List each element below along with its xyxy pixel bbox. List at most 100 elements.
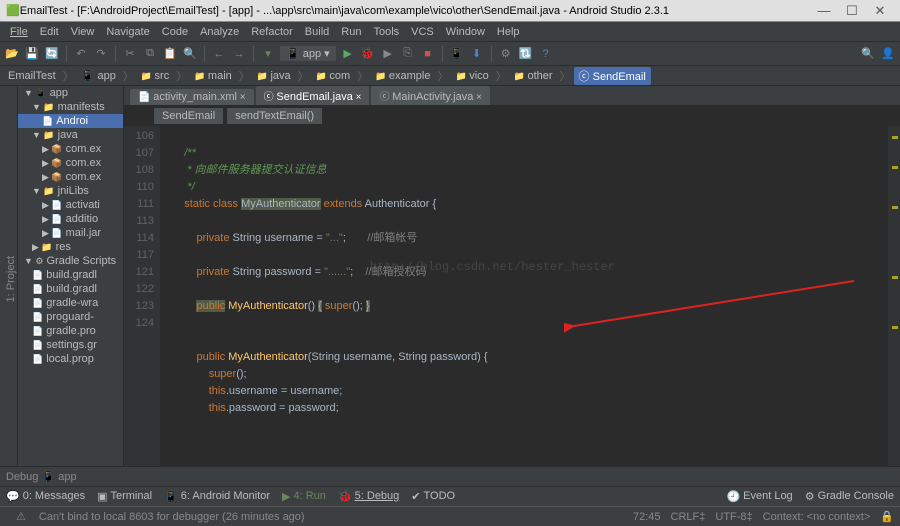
menu-bar: File Edit View Navigate Code Analyze Ref…	[0, 22, 900, 42]
tab-activity-main[interactable]: 📄 activity_main.xml ×	[130, 89, 254, 105]
menu-code[interactable]: Code	[156, 26, 194, 38]
tool-todo[interactable]: ✔ TODO	[411, 490, 455, 503]
tree-gradle-scripts[interactable]: ▼ ⚙Gradle Scripts	[18, 254, 123, 268]
menu-edit[interactable]: Edit	[34, 26, 65, 38]
tool-messages[interactable]: 💬 0: Messages	[6, 490, 85, 503]
run-config-selector[interactable]: 📱 app ▾	[280, 46, 336, 61]
run-icon[interactable]: ▶	[340, 46, 356, 62]
tool-event-log[interactable]: 🕘 Event Log	[726, 490, 792, 503]
crumb-main[interactable]: main	[190, 69, 236, 83]
copy-icon[interactable]: ⧉	[142, 46, 158, 62]
right-marker-gutter[interactable]	[888, 126, 900, 466]
attach-icon[interactable]: ⎘	[400, 46, 416, 62]
debug-label[interactable]: Debug 📱 app	[6, 470, 77, 483]
tree-pkg1[interactable]: ▶ 📦com.ex	[18, 142, 123, 156]
tree-additional[interactable]: ▶ 📄additio	[18, 212, 123, 226]
bc-class[interactable]: SendEmail	[154, 108, 223, 124]
crumb-other[interactable]: other	[510, 69, 557, 83]
close-button[interactable]: ✕	[866, 3, 894, 19]
source-code[interactable]: /** * 向邮件服务器提交认证信息 */ static class MyAut…	[160, 126, 888, 466]
menu-run[interactable]: Run	[335, 26, 367, 38]
minimize-button[interactable]: —	[810, 3, 838, 18]
tree-local-props[interactable]: 📄local.prop	[18, 352, 123, 366]
menu-view[interactable]: View	[65, 26, 101, 38]
crumb-src[interactable]: src	[137, 69, 173, 83]
bc-method[interactable]: sendTextEmail()	[227, 108, 322, 124]
main-area: 1: Project 7: Structure Captures 2: Favo…	[0, 86, 900, 466]
tool-run[interactable]: ▶ 4: Run	[282, 490, 326, 503]
tree-activation[interactable]: ▶ 📄activati	[18, 198, 123, 212]
menu-file[interactable]: File	[4, 26, 34, 38]
status-context[interactable]: Context: <no context>	[763, 511, 871, 523]
menu-window[interactable]: Window	[440, 26, 491, 38]
menu-tools[interactable]: Tools	[367, 26, 405, 38]
save-icon[interactable]: 💾	[24, 46, 40, 62]
stop-icon[interactable]: ■	[420, 46, 436, 62]
search-everywhere-icon[interactable]: 🔍	[860, 46, 876, 62]
debug-strip: Debug 📱 app	[0, 466, 900, 486]
avd-icon[interactable]: 📱	[449, 46, 465, 62]
tree-mailjar[interactable]: ▶ 📄mail.jar	[18, 226, 123, 240]
code-area[interactable]: 106107108110111113114117121122123124 /**…	[124, 126, 900, 466]
tool-gradle-console[interactable]: ⚙ Gradle Console	[805, 490, 894, 503]
status-caret-pos[interactable]: 72:45	[633, 511, 661, 523]
redo-icon[interactable]: ↷	[93, 46, 109, 62]
tree-build-gradle-1[interactable]: 📄build.gradl	[18, 268, 123, 282]
tree-android-manifest[interactable]: 📄Androi	[18, 114, 123, 128]
tree-gradle-wrapper[interactable]: 📄gradle-wra	[18, 296, 123, 310]
menu-analyze[interactable]: Analyze	[194, 26, 245, 38]
status-lock-icon[interactable]: 🔒	[880, 510, 894, 523]
tree-proguard[interactable]: 📄proguard-	[18, 310, 123, 324]
cut-icon[interactable]: ✂	[122, 46, 138, 62]
project-tree[interactable]: ▼ 📱app ▼ 📁manifests 📄Androi ▼ 📁java ▶ 📦c…	[18, 86, 124, 466]
tree-manifests[interactable]: ▼ 📁manifests	[18, 100, 123, 114]
tree-jni[interactable]: ▼ 📁jniLibs	[18, 184, 123, 198]
tab-main-activity[interactable]: ⓒ MainActivity.java ×	[371, 86, 490, 105]
tree-pkg2[interactable]: ▶ 📦com.ex	[18, 156, 123, 170]
tab-send-email[interactable]: ⓒ SendEmail.java ×	[256, 86, 370, 105]
menu-refactor[interactable]: Refactor	[245, 26, 299, 38]
tree-app[interactable]: ▼ 📱app	[18, 86, 123, 100]
crumb-java[interactable]: java	[253, 69, 295, 83]
menu-vcs[interactable]: VCS	[405, 26, 440, 38]
open-icon[interactable]: 📂	[4, 46, 20, 62]
user-icon[interactable]: 👤	[880, 46, 896, 62]
back-icon[interactable]: ←	[211, 46, 227, 62]
maximize-button[interactable]: ☐	[838, 3, 866, 19]
tree-res[interactable]: ▶ 📁res	[18, 240, 123, 254]
menu-navigate[interactable]: Navigate	[100, 26, 155, 38]
tree-build-gradle-2[interactable]: 📄build.gradl	[18, 282, 123, 296]
debug-icon[interactable]: 🐞	[360, 46, 376, 62]
crumb-example[interactable]: example	[371, 69, 434, 83]
crumb-vico[interactable]: vico	[451, 69, 492, 83]
make-icon[interactable]: ▾	[260, 46, 276, 62]
tool-android-monitor[interactable]: 📱 6: Android Monitor	[164, 490, 270, 503]
crumb-module[interactable]: 📱 app	[77, 68, 120, 83]
find-icon[interactable]: 🔍	[182, 46, 198, 62]
tool-debug[interactable]: 🐞 5: Debug	[338, 490, 399, 503]
sdk-icon[interactable]: ⬇	[469, 46, 485, 62]
bottom-toolbar: 💬 0: Messages ▣ Terminal 📱 6: Android Mo…	[0, 486, 900, 506]
sync-gradle-icon[interactable]: 🔃	[518, 46, 534, 62]
menu-help[interactable]: Help	[491, 26, 526, 38]
structure-icon[interactable]: ⚙	[498, 46, 514, 62]
help-icon[interactable]: ?	[538, 46, 554, 62]
forward-icon[interactable]: →	[231, 46, 247, 62]
tree-gradle-props[interactable]: 📄gradle.pro	[18, 324, 123, 338]
tree-java[interactable]: ▼ 📁java	[18, 128, 123, 142]
tree-settings[interactable]: 📄settings.gr	[18, 338, 123, 352]
crumb-file[interactable]: ⓒ SendEmail	[574, 67, 651, 85]
status-line-sep[interactable]: CRLF‡	[671, 511, 706, 523]
profile-icon[interactable]: ▶	[380, 46, 396, 62]
crumb-com[interactable]: com	[312, 69, 355, 83]
tree-pkg3[interactable]: ▶ 📦com.ex	[18, 170, 123, 184]
sync-icon[interactable]: 🔄	[44, 46, 60, 62]
paste-icon[interactable]: 📋	[162, 46, 178, 62]
tool-project[interactable]: 1: Project	[5, 256, 17, 302]
tool-terminal[interactable]: ▣ Terminal	[97, 490, 152, 503]
status-encoding[interactable]: UTF-8‡	[715, 511, 752, 523]
crumb-project[interactable]: EmailTest	[4, 69, 60, 83]
window-titlebar: 🟩 EmailTest - [F:\AndroidProject\EmailTe…	[0, 0, 900, 22]
undo-icon[interactable]: ↶	[73, 46, 89, 62]
menu-build[interactable]: Build	[299, 26, 335, 38]
